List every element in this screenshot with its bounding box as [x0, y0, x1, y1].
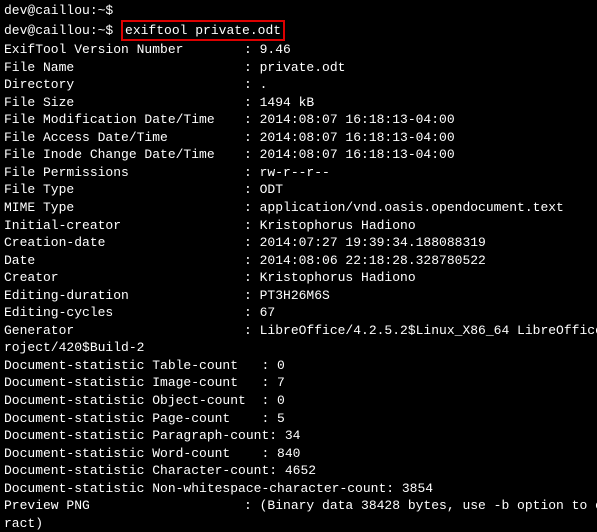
separator: :	[244, 147, 260, 162]
metadata-row: MIME Type: application/vnd.oasis.opendoc…	[4, 199, 593, 217]
separator: :	[244, 235, 260, 250]
stat-row: Document-statistic Object-count : 0	[4, 392, 593, 410]
metadata-label: MIME Type	[4, 199, 244, 217]
metadata-value: 2014:08:07 16:18:13-04:00	[260, 147, 455, 162]
metadata-row: File Size: 1494 kB	[4, 94, 593, 112]
metadata-row: Generator: LibreOffice/4.2.5.2$Linux_X86…	[4, 322, 593, 340]
stat-row: Document-statistic Page-count : 5	[4, 410, 593, 428]
separator: :	[244, 112, 260, 127]
prompt-prefix: dev@caillou:~$	[4, 23, 121, 38]
metadata-value: PT3H26M6S	[260, 288, 330, 303]
separator: :	[244, 42, 260, 57]
stat-row: Document-statistic Character-count: 4652	[4, 462, 593, 480]
metadata-value: .	[260, 77, 268, 92]
metadata-row: File Name: private.odt	[4, 59, 593, 77]
separator: :	[244, 130, 260, 145]
metadata-value: 2014:08:07 16:18:13-04:00	[260, 130, 455, 145]
metadata-value: 2014:07:27 19:39:34.188088319	[260, 235, 486, 250]
metadata-row: Editing-cycles: 67	[4, 304, 593, 322]
metadata-label: File Size	[4, 94, 244, 112]
metadata-row: File Permissions: rw-r--r--	[4, 164, 593, 182]
metadata-row: Editing-duration: PT3H26M6S	[4, 287, 593, 305]
separator: :	[244, 165, 260, 180]
preview-value: (Binary data 38428 bytes, use -b option …	[260, 498, 597, 513]
metadata-value: Kristophorus Hadiono	[260, 218, 416, 233]
metadata-label: Initial-creator	[4, 217, 244, 235]
metadata-label: File Name	[4, 59, 244, 77]
metadata-label: Date	[4, 252, 244, 270]
metadata-label: ExifTool Version Number	[4, 41, 244, 59]
metadata-value: 67	[260, 305, 276, 320]
metadata-label: Generator	[4, 322, 244, 340]
separator: :	[244, 182, 260, 197]
metadata-row: Date: 2014:08:06 22:18:28.328780522	[4, 252, 593, 270]
metadata-row: File Access Date/Time: 2014:08:07 16:18:…	[4, 129, 593, 147]
metadata-label: File Access Date/Time	[4, 129, 244, 147]
separator: :	[244, 253, 260, 268]
metadata-row: ExifTool Version Number: 9.46	[4, 41, 593, 59]
metadata-label: File Permissions	[4, 164, 244, 182]
separator: :	[244, 288, 260, 303]
separator: :	[244, 270, 260, 285]
separator: :	[244, 305, 260, 320]
separator: :	[244, 323, 260, 338]
metadata-value: LibreOffice/4.2.5.2$Linux_X86_64 LibreOf…	[260, 323, 597, 338]
metadata-row: File Type: ODT	[4, 181, 593, 199]
metadata-value: Kristophorus Hadiono	[260, 270, 416, 285]
metadata-label: File Type	[4, 181, 244, 199]
stat-row: Document-statistic Paragraph-count: 34	[4, 427, 593, 445]
separator: :	[244, 218, 260, 233]
metadata-label: File Inode Change Date/Time	[4, 146, 244, 164]
preview-wrap: ract)	[4, 515, 593, 532]
metadata-label: Creation-date	[4, 234, 244, 252]
metadata-value: 2014:08:06 22:18:28.328780522	[260, 253, 486, 268]
metadata-row: File Inode Change Date/Time: 2014:08:07 …	[4, 146, 593, 164]
metadata-label: Creator	[4, 269, 244, 287]
metadata-row: Directory: .	[4, 76, 593, 94]
metadata-value: 1494 kB	[260, 95, 315, 110]
metadata-label: File Modification Date/Time	[4, 111, 244, 129]
separator: :	[244, 77, 260, 92]
separator: :	[244, 498, 260, 513]
separator: :	[244, 95, 260, 110]
metadata-label: Directory	[4, 76, 244, 94]
separator: :	[244, 200, 260, 215]
metadata-value: application/vnd.oasis.opendocument.text	[260, 200, 564, 215]
stat-row: Document-statistic Word-count : 840	[4, 445, 593, 463]
metadata-label: Editing-cycles	[4, 304, 244, 322]
metadata-value: 9.46	[260, 42, 291, 57]
command-highlight: exiftool private.odt	[121, 20, 285, 42]
separator: :	[244, 60, 260, 75]
metadata-value: private.odt	[260, 60, 346, 75]
metadata-value: ODT	[260, 182, 283, 197]
metadata-label: Editing-duration	[4, 287, 244, 305]
generator-wrap: roject/420$Build-2	[4, 339, 593, 357]
shell-prompt-command[interactable]: dev@caillou:~$ exiftool private.odt	[4, 20, 593, 42]
metadata-value: rw-r--r--	[260, 165, 330, 180]
stat-row: Document-statistic Image-count : 7	[4, 374, 593, 392]
stat-row: Document-statistic Non-whitespace-charac…	[4, 480, 593, 498]
metadata-row: Creation-date: 2014:07:27 19:39:34.18808…	[4, 234, 593, 252]
metadata-row: Initial-creator: Kristophorus Hadiono	[4, 217, 593, 235]
shell-prompt-empty: dev@caillou:~$	[4, 2, 593, 20]
stat-row: Document-statistic Table-count : 0	[4, 357, 593, 375]
metadata-row: Creator: Kristophorus Hadiono	[4, 269, 593, 287]
metadata-row: File Modification Date/Time: 2014:08:07 …	[4, 111, 593, 129]
metadata-value: 2014:08:07 16:18:13-04:00	[260, 112, 455, 127]
